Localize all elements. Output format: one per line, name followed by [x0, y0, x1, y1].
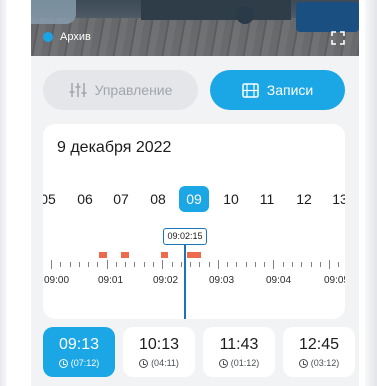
clip-card[interactable]: 12:45 (03:12) [283, 327, 355, 377]
timeline-minor-tick [208, 262, 210, 267]
sliders-icon [69, 83, 87, 97]
timeline-minor-tick [78, 262, 80, 267]
timeline-label: 09:05 [324, 275, 345, 286]
timeline-minor-tick [125, 262, 127, 267]
clip-list: 09:13 (07:12) 10:13 (04:11) 11:43 (01:12… [43, 327, 359, 377]
archive-dot-icon [43, 32, 53, 42]
timeline-minor-tick [199, 262, 201, 267]
film-icon [242, 82, 259, 98]
day-item[interactable]: 06 [70, 186, 100, 212]
timeline-minor-tick [254, 262, 256, 267]
timeline-minor-tick [301, 262, 303, 267]
day-item[interactable]: 11 [252, 186, 282, 212]
timeline-label: 09:03 [209, 275, 235, 286]
clock-icon [298, 358, 308, 368]
timeline-minor-tick [190, 262, 191, 267]
tab-manage-label: Управление [94, 82, 173, 98]
timeline-major-tick [329, 260, 330, 269]
day-item-selected[interactable]: 09 [179, 186, 209, 212]
timeline-minor-tick [180, 262, 182, 267]
archive-indicator: Архив [43, 31, 91, 43]
day-selector: 05 06 07 08 09 10 11 12 13 [43, 184, 345, 214]
clip-card[interactable]: 10:13 (04:11) [123, 327, 195, 377]
timeline-minor-tick [143, 262, 145, 267]
records-card: 9 декабря 2022 05 06 07 08 09 10 11 12 1… [43, 124, 345, 319]
video-preview[interactable]: Архив [31, 0, 359, 56]
timeline-minor-tick [282, 262, 284, 267]
device-frame-right [365, 0, 377, 386]
timeline-label: 09:02 [153, 275, 179, 286]
timeline-minor-tick [152, 262, 154, 267]
timeline-minor-tick [319, 262, 321, 267]
timeline-minor-tick [134, 262, 136, 267]
clip-duration: (01:12) [230, 358, 260, 368]
tab-manage[interactable]: Управление [43, 70, 198, 110]
timeline-major-tick [162, 260, 164, 269]
timeline-label: 09:01 [98, 275, 124, 286]
day-item[interactable]: 13 [325, 186, 345, 212]
clip-duration: (03:12) [310, 358, 340, 368]
timeline-label: 09:04 [266, 275, 292, 286]
clip-time: 12:45 [298, 336, 340, 353]
clip-card-selected[interactable]: 09:13 (07:12) [43, 327, 115, 377]
clip-card[interactable]: 11:43 (01:12) [203, 327, 275, 377]
timeline-minor-tick [69, 262, 71, 267]
clip-time: 11:43 [219, 336, 259, 353]
timeline-minor-tick [88, 262, 90, 267]
clip-time: 09:13 [58, 336, 100, 353]
video-chair [31, 0, 76, 24]
clock-icon [218, 358, 228, 368]
timeline-minor-tick [291, 262, 293, 267]
recording-segment[interactable] [161, 252, 168, 258]
mode-tabs: Управление Записи [43, 70, 345, 110]
timeline[interactable]: 09:02:15 09:00 09:01 09:02 09:03 09:04 0… [43, 224, 345, 319]
clip-time: 10:13 [138, 336, 180, 353]
day-item[interactable]: 07 [106, 186, 136, 212]
day-item[interactable]: 05 [43, 186, 63, 212]
timeline-minor-tick [245, 262, 247, 267]
timeline-major-tick [273, 260, 275, 269]
clip-duration: (07:12) [70, 358, 100, 368]
timeline-minor-tick [264, 262, 266, 267]
clock-icon [58, 358, 68, 368]
archive-label: Архив [60, 31, 91, 43]
recording-segment[interactable] [187, 252, 201, 258]
timeline-minor-tick [115, 262, 117, 267]
recording-segment[interactable] [99, 252, 107, 258]
day-item[interactable]: 08 [143, 186, 173, 212]
tab-records[interactable]: Записи [210, 70, 345, 110]
fullscreen-icon[interactable] [331, 31, 345, 45]
video-lamp [236, 6, 254, 24]
day-item[interactable]: 12 [289, 186, 319, 212]
device-frame-left [0, 0, 7, 386]
cursor-time: 09:02:15 [163, 228, 207, 245]
timeline-major-tick [217, 260, 219, 269]
day-item[interactable]: 10 [216, 186, 246, 212]
date-title: 9 декабря 2022 [57, 139, 172, 156]
timeline-major-tick [51, 260, 52, 269]
timeline-minor-tick [310, 262, 312, 267]
timeline-cursor[interactable] [184, 244, 186, 319]
timeline-major-tick [106, 260, 108, 269]
video-sofa [296, 2, 359, 32]
timeline-minor-tick [60, 262, 62, 267]
timeline-minor-tick [236, 262, 238, 267]
timeline-label: 09:00 [44, 275, 70, 286]
timeline-minor-tick [227, 262, 229, 267]
tab-records-label: Записи [266, 82, 314, 98]
app-screen: Архив Управление Записи 9 декабря 2022 0… [31, 0, 359, 386]
timeline-minor-tick [97, 262, 99, 267]
recording-segment[interactable] [121, 252, 129, 258]
clip-duration: (04:11) [151, 358, 179, 368]
phone-screen: Архив Управление Записи 9 декабря 2022 0… [0, 0, 377, 386]
clock-icon [139, 358, 149, 368]
video-wall [141, 0, 291, 20]
timeline-minor-tick [171, 262, 173, 267]
timeline-minor-tick [338, 262, 340, 267]
